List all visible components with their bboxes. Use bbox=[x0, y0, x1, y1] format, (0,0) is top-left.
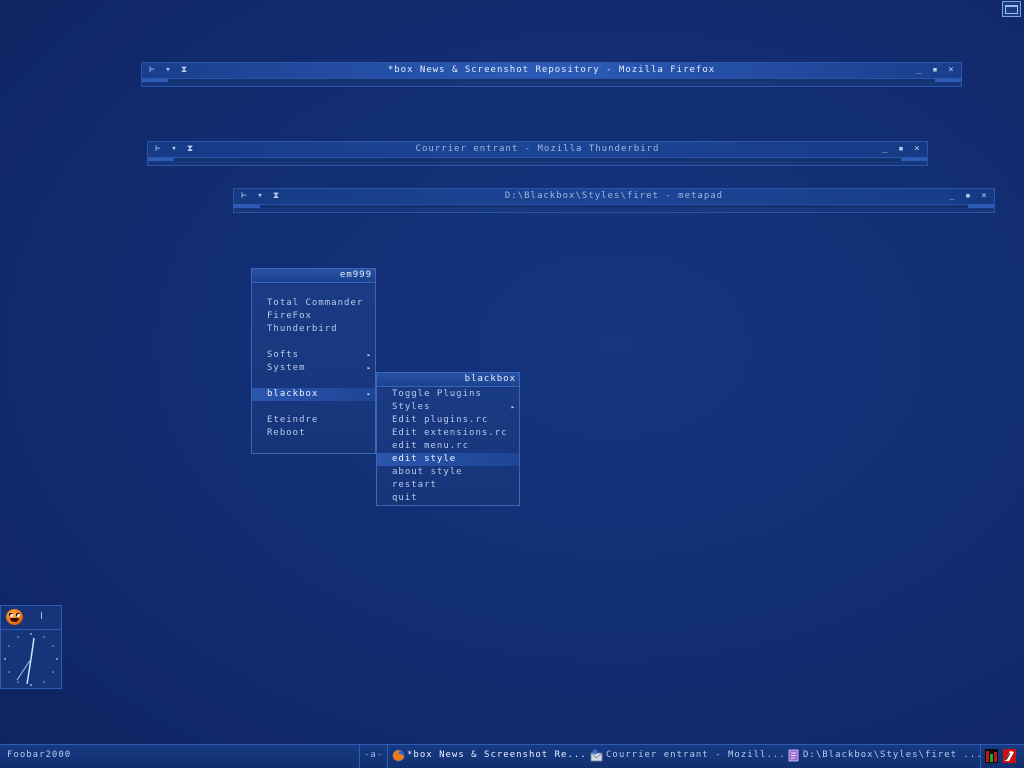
close-icon[interactable]: × bbox=[947, 65, 955, 75]
menu-item-edit-extensions[interactable]: Edit extensions.rc bbox=[377, 427, 519, 440]
window-handle[interactable] bbox=[148, 157, 927, 161]
menu-item-restart[interactable]: restart bbox=[377, 479, 519, 492]
titlebar-thunderbird[interactable]: ⊢ ▾ ⧗ Courrier entrant - Mozilla Thunder… bbox=[148, 142, 927, 157]
analog-clock-icon bbox=[4, 633, 58, 686]
smiley-icon[interactable] bbox=[6, 609, 23, 625]
window-handle[interactable] bbox=[142, 78, 961, 82]
resize-grip-left[interactable] bbox=[148, 158, 174, 161]
menu-item-label: blackbox bbox=[267, 389, 319, 399]
resize-grip-left[interactable] bbox=[142, 79, 168, 82]
firefox-icon bbox=[392, 749, 405, 762]
menu-item-toggle-plugins[interactable]: Toggle Plugins bbox=[377, 388, 519, 401]
task-thunderbird[interactable]: Courrier entrant - Mozill... bbox=[606, 750, 786, 760]
root-menu: em999 Total Commander FireFox Thunderbir… bbox=[251, 268, 376, 454]
maximize-icon[interactable]: ▪ bbox=[931, 65, 939, 75]
window-firefox[interactable]: ⊢ ▾ ⧗ *box News & Screenshot Repository … bbox=[141, 62, 962, 87]
menu-item-thunderbird[interactable]: Thunderbird bbox=[252, 323, 375, 336]
menu-item-blackbox[interactable]: blackbox ▸ bbox=[252, 388, 375, 401]
window-title: D:\Blackbox\Styles\firet - metapad bbox=[504, 191, 724, 201]
workspace-toggle-icon[interactable] bbox=[1002, 1, 1021, 17]
window-thunderbird[interactable]: ⊢ ▾ ⧗ Courrier entrant - Mozilla Thunder… bbox=[147, 141, 928, 166]
menu-item-label: System bbox=[267, 363, 306, 373]
menu-item-firefox[interactable]: FireFox bbox=[252, 310, 375, 323]
menu-item-total-commander[interactable]: Total Commander bbox=[252, 297, 375, 310]
window-handle[interactable] bbox=[234, 204, 994, 208]
task-metapad[interactable]: D:\Blackbox\Styles\firet ... bbox=[803, 750, 983, 760]
thunderbird-icon bbox=[590, 749, 603, 762]
window-title: *box News & Screenshot Repository - Mozi… bbox=[387, 65, 716, 75]
resize-grip-left[interactable] bbox=[234, 205, 260, 208]
root-menu-title: em999 bbox=[252, 269, 375, 283]
titlebar-firefox[interactable]: ⊢ ▾ ⧗ *box News & Screenshot Repository … bbox=[142, 63, 961, 78]
menu-item-edit-menu[interactable]: edit menu.rc bbox=[377, 440, 519, 453]
minimize-icon[interactable]: _ bbox=[915, 65, 923, 75]
menu-item-reboot[interactable]: Reboot bbox=[252, 427, 375, 440]
menu-item-eteindre[interactable]: Eteindre bbox=[252, 414, 375, 427]
menu-item-edit-plugins[interactable]: Edit plugins.rc bbox=[377, 414, 519, 427]
workspace-label[interactable]: -a- bbox=[364, 750, 383, 760]
window-metapad[interactable]: ⊢ ▾ ⧗ D:\Blackbox\Styles\firet - metapad… bbox=[233, 188, 995, 213]
menu-item-label: Softs bbox=[267, 350, 300, 360]
resize-grip-right[interactable] bbox=[935, 79, 961, 82]
minimize-icon[interactable]: _ bbox=[948, 191, 956, 201]
menu-item-label: Styles bbox=[392, 402, 431, 412]
blackbox-submenu: blackbox Toggle Plugins Styles ▸ Edit pl… bbox=[376, 372, 520, 506]
submenu-arrow-icon: ▸ bbox=[366, 364, 372, 372]
menu-item-system[interactable]: System ▸ bbox=[252, 362, 375, 375]
submenu-arrow-icon: ▸ bbox=[366, 351, 372, 359]
menu-item-styles[interactable]: Styles ▸ bbox=[377, 401, 519, 414]
close-icon[interactable]: × bbox=[980, 191, 988, 201]
titlebar-metapad[interactable]: ⊢ ▾ ⧗ D:\Blackbox\Styles\firet - metapad… bbox=[234, 189, 994, 204]
cpu-meter-icon[interactable] bbox=[985, 749, 998, 763]
taskbar-divider bbox=[980, 745, 981, 768]
submenu-arrow-icon: ▸ bbox=[366, 390, 372, 398]
gadget-tick bbox=[41, 612, 42, 619]
menu-item-softs[interactable]: Softs ▸ bbox=[252, 349, 375, 362]
menu-item-about-style[interactable]: about style bbox=[377, 466, 519, 479]
taskbar-divider bbox=[359, 745, 360, 768]
menu-item-quit[interactable]: quit bbox=[377, 492, 519, 505]
maximize-icon[interactable]: ▪ bbox=[897, 144, 905, 154]
window-title: Courrier entrant - Mozilla Thunderbird bbox=[415, 144, 660, 154]
menu-item-edit-style[interactable]: edit style bbox=[377, 453, 519, 466]
task-firefox[interactable]: *box News & Screenshot Re... bbox=[407, 750, 587, 760]
blackbox-menu-title: blackbox bbox=[377, 373, 519, 387]
taskbar[interactable]: Foobar2000 -a- *box News & Screenshot Re… bbox=[0, 744, 1024, 768]
metapad-icon bbox=[788, 749, 799, 762]
taskbar-label[interactable]: Foobar2000 bbox=[7, 750, 71, 760]
close-icon[interactable]: × bbox=[913, 144, 921, 154]
taskbar-divider bbox=[387, 745, 388, 768]
resize-grip-right[interactable] bbox=[968, 205, 994, 208]
resize-grip-right[interactable] bbox=[901, 158, 927, 161]
submenu-arrow-icon: ▸ bbox=[510, 403, 516, 411]
antivirus-tray-icon[interactable] bbox=[1003, 749, 1016, 763]
clock-gadget[interactable] bbox=[0, 605, 62, 689]
minimize-icon[interactable]: _ bbox=[881, 144, 889, 154]
maximize-icon[interactable]: ▪ bbox=[964, 191, 972, 201]
